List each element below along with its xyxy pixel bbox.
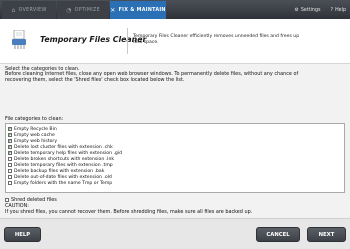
tab-optimize[interactable]: ◔ OPTIMIZE — [57, 1, 109, 19]
help-link[interactable]: ? Help — [331, 8, 346, 13]
intro-text: Before cleaning Internet files, close an… — [5, 71, 345, 83]
top-nav-bar: ⌂ OVERVIEW ◔ OPTIMIZE ✕ FIX & MAINTAIN ⚙… — [0, 0, 350, 19]
caution-note: CAUTION: If you shred files, you cannot … — [5, 203, 252, 215]
help-button[interactable]: HELP — [4, 227, 41, 242]
app-window: ⌂ OVERVIEW ◔ OPTIMIZE ✕ FIX & MAINTAIN ⚙… — [0, 0, 350, 249]
checkbox-unchecked-icon[interactable] — [8, 157, 12, 161]
footer-bar: HELP CANCEL NEXT — [0, 218, 350, 249]
category-label: Delete lost cluster files with extension… — [14, 144, 113, 150]
checkbox-unchecked-icon[interactable] — [5, 198, 9, 202]
category-label: Empty web history — [14, 138, 58, 144]
tool-description: Temporary Files Cleaner efficiently remo… — [133, 34, 300, 45]
header-divider — [127, 28, 128, 54]
checkbox-checked-icon[interactable]: ✔ — [8, 139, 12, 143]
gear-icon: ⚙ — [294, 7, 299, 13]
checkbox-unchecked-icon[interactable] — [8, 169, 12, 173]
category-label: Delete temporary help files with extensi… — [14, 150, 123, 156]
top-right-links: ⚙ Settings ? Help — [295, 1, 346, 19]
settings-label: Settings — [300, 7, 321, 13]
category-label: Empty web cache — [14, 132, 55, 138]
category-label: Delete out-of-date files with extension … — [14, 174, 112, 180]
tab-label: FIX & MAINTAIN — [118, 7, 166, 13]
tab-label: OPTIMIZE — [74, 7, 100, 13]
category-label: Delete broken shortcuts with extension .… — [14, 156, 115, 162]
checkbox-unchecked-icon[interactable] — [8, 175, 12, 179]
tab-overview[interactable]: ⌂ OVERVIEW — [2, 1, 56, 19]
tab-fix-maintain[interactable]: ✕ FIX & MAINTAIN — [110, 1, 166, 19]
home-icon: ⌂ — [11, 6, 16, 14]
list-item[interactable]: Empty folders with the name Tmp or Temp — [8, 180, 112, 186]
checkbox-checked-icon[interactable]: ✔ — [8, 133, 12, 137]
next-button[interactable]: NEXT — [307, 227, 346, 242]
checkbox-unchecked-icon[interactable] — [8, 163, 12, 167]
category-label: Empty Recycle Bin — [14, 126, 57, 132]
checkbox-checked-icon[interactable]: ✔ — [8, 127, 12, 131]
category-label: Delete temporary files with extension .t… — [14, 162, 113, 168]
cancel-button[interactable]: CANCEL — [256, 227, 300, 242]
category-label: Empty folders with the name Tmp or Temp — [14, 180, 113, 186]
category-label: Delete backup files with extension .bak — [14, 168, 105, 174]
tab-label: OVERVIEW — [18, 7, 47, 13]
checkbox-checked-icon[interactable]: ✔ — [8, 151, 12, 155]
checkbox-unchecked-icon[interactable] — [8, 181, 12, 185]
caution-text: If you shred files, you cannot recover t… — [5, 209, 253, 216]
list-label: File categories to clean: — [5, 116, 64, 122]
help-label: Help — [335, 7, 346, 13]
tool-header: Temporary Files Cleaner Temporary Files … — [0, 19, 350, 64]
checkbox-checked-icon[interactable]: ✔ — [8, 145, 12, 149]
shredder-icon — [12, 30, 26, 49]
wrench-icon: ✕ — [110, 6, 116, 14]
page-title: Temporary Files Cleaner — [40, 35, 147, 44]
gauge-icon: ◔ — [66, 6, 72, 14]
category-list: ✔ Empty Recycle Bin ✔ Empty web cache ✔ … — [5, 123, 345, 193]
settings-link[interactable]: ⚙ Settings — [295, 8, 321, 13]
intro-line: recovering them, select the 'Shred files… — [5, 77, 185, 84]
help-icon: ? — [330, 7, 334, 13]
